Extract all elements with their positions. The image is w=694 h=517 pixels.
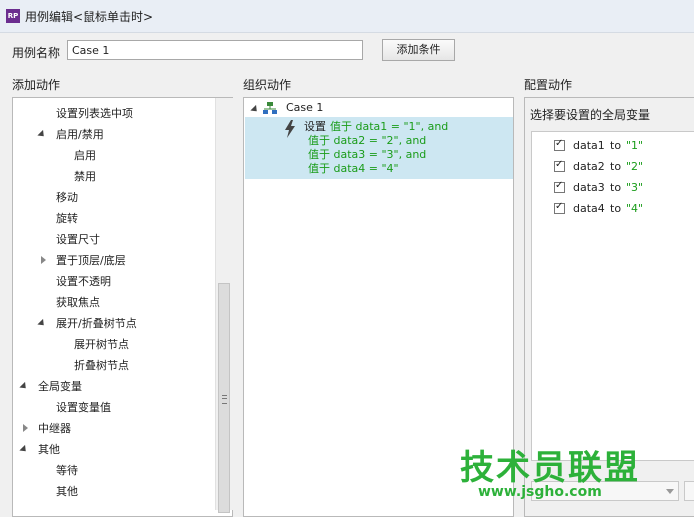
expand-arrow-icon[interactable] xyxy=(19,381,29,392)
expand-arrow-icon[interactable] xyxy=(37,129,47,140)
expand-arrow-icon[interactable] xyxy=(250,104,260,115)
variable-value: "4" xyxy=(626,202,644,215)
title-bar: RP 用例编辑<鼠标单击时> xyxy=(0,0,694,33)
watermark-text: 技术员联盟 xyxy=(460,448,640,488)
variable-value: "2" xyxy=(626,160,644,173)
tree-item-set-opacity[interactable]: 设置不透明 xyxy=(56,273,111,291)
collapsed-arrow-icon[interactable] xyxy=(23,424,28,432)
variable-value: "1" xyxy=(626,139,644,152)
checkbox[interactable] xyxy=(554,180,565,193)
tree-item-set-variable[interactable]: 设置变量值 xyxy=(56,399,111,417)
case-tree-icon xyxy=(263,102,277,114)
actions-tree-scrollbar[interactable] xyxy=(215,98,233,513)
variable-name: data1 xyxy=(573,139,605,152)
tree-item-bring-front-back[interactable]: 置于顶层/底层 xyxy=(56,252,126,270)
expand-arrow-icon[interactable] xyxy=(19,444,29,455)
action-verb: 设置 xyxy=(304,120,326,133)
add-action-heading: 添加动作 xyxy=(12,78,61,92)
action-detail-line: 值于 data3 = "3", and xyxy=(308,148,427,161)
tree-item-set-list-selected[interactable]: 设置列表选中项 xyxy=(56,105,133,123)
collapsed-arrow-icon[interactable] xyxy=(41,256,46,264)
scrollbar-thumb[interactable] xyxy=(218,283,230,513)
variable-to: to xyxy=(610,202,622,215)
organize-action-heading: 组织动作 xyxy=(243,78,292,92)
variable-name: data3 xyxy=(573,181,605,194)
app-icon: RP xyxy=(6,9,20,23)
variable-value: "3" xyxy=(626,181,644,194)
case-node[interactable]: Case 1 xyxy=(286,99,323,117)
add-condition-button[interactable]: 添加条件 xyxy=(382,39,455,61)
variable-row-data4[interactable]: data4 to "4" xyxy=(554,201,694,217)
tree-item-enable[interactable]: 启用 xyxy=(74,147,96,165)
tree-item-collapse-node[interactable]: 折叠树节点 xyxy=(74,357,129,375)
variable-row-data1[interactable]: data1 to "1" xyxy=(554,138,694,154)
scroll-grip-icon xyxy=(222,395,227,404)
case-name-label: 用例名称 xyxy=(12,46,61,60)
variable-to: to xyxy=(610,139,622,152)
tree-item-global-variables[interactable]: 全局变量 xyxy=(38,378,82,396)
variable-row-data3[interactable]: data3 to "3" xyxy=(554,180,694,196)
tree-item-rotate[interactable]: 旋转 xyxy=(56,210,78,228)
variable-row-data2[interactable]: data2 to "2" xyxy=(554,159,694,175)
tree-item-expand-node[interactable]: 展开树节点 xyxy=(74,336,129,354)
variable-name: data2 xyxy=(573,160,605,173)
tree-item-expand-collapse[interactable]: 展开/折叠树节点 xyxy=(56,315,137,333)
configure-action-heading: 配置动作 xyxy=(524,78,573,92)
action-detail-line: 值于 data1 = "1", and xyxy=(330,120,449,133)
variables-list: data1 to "1" data2 to "2" data3 to "3" d… xyxy=(531,131,694,461)
watermark-url: www.jsgho.com xyxy=(478,484,602,500)
tree-item-other[interactable]: 其他 xyxy=(56,483,78,501)
checkbox[interactable] xyxy=(554,159,565,172)
window-title: 用例编辑<鼠标单击时> xyxy=(25,10,154,24)
tree-item-wait[interactable]: 等待 xyxy=(56,462,78,480)
tree-item-move[interactable]: 移动 xyxy=(56,189,78,207)
expand-arrow-icon[interactable] xyxy=(37,318,47,329)
configure-heading: 选择要设置的全局变量 xyxy=(530,108,651,122)
checkbox[interactable] xyxy=(554,138,565,151)
variable-to: to xyxy=(610,181,622,194)
action-detail-line: 值于 data4 = "4" xyxy=(308,162,399,175)
action-detail-line: 值于 data2 = "2", and xyxy=(308,134,427,147)
case-name-input[interactable] xyxy=(67,40,363,60)
tree-item-disable[interactable]: 禁用 xyxy=(74,168,96,186)
variable-name: data4 xyxy=(573,202,605,215)
tree-item-repeater[interactable]: 中继器 xyxy=(38,420,71,438)
lightning-icon xyxy=(285,120,295,138)
tree-item-other-group[interactable]: 其他 xyxy=(38,441,60,459)
tree-item-enable-disable[interactable]: 启用/禁用 xyxy=(56,126,104,144)
checkbox[interactable] xyxy=(554,201,565,214)
tree-item-focus[interactable]: 获取焦点 xyxy=(56,294,100,312)
tree-item-set-size[interactable]: 设置尺寸 xyxy=(56,231,100,249)
variable-to: to xyxy=(610,160,622,173)
actions-tree-panel: 设置列表选中项 启用/禁用 启用 禁用 移动 旋转 设置尺寸 置于顶层/底层 设… xyxy=(12,97,233,517)
